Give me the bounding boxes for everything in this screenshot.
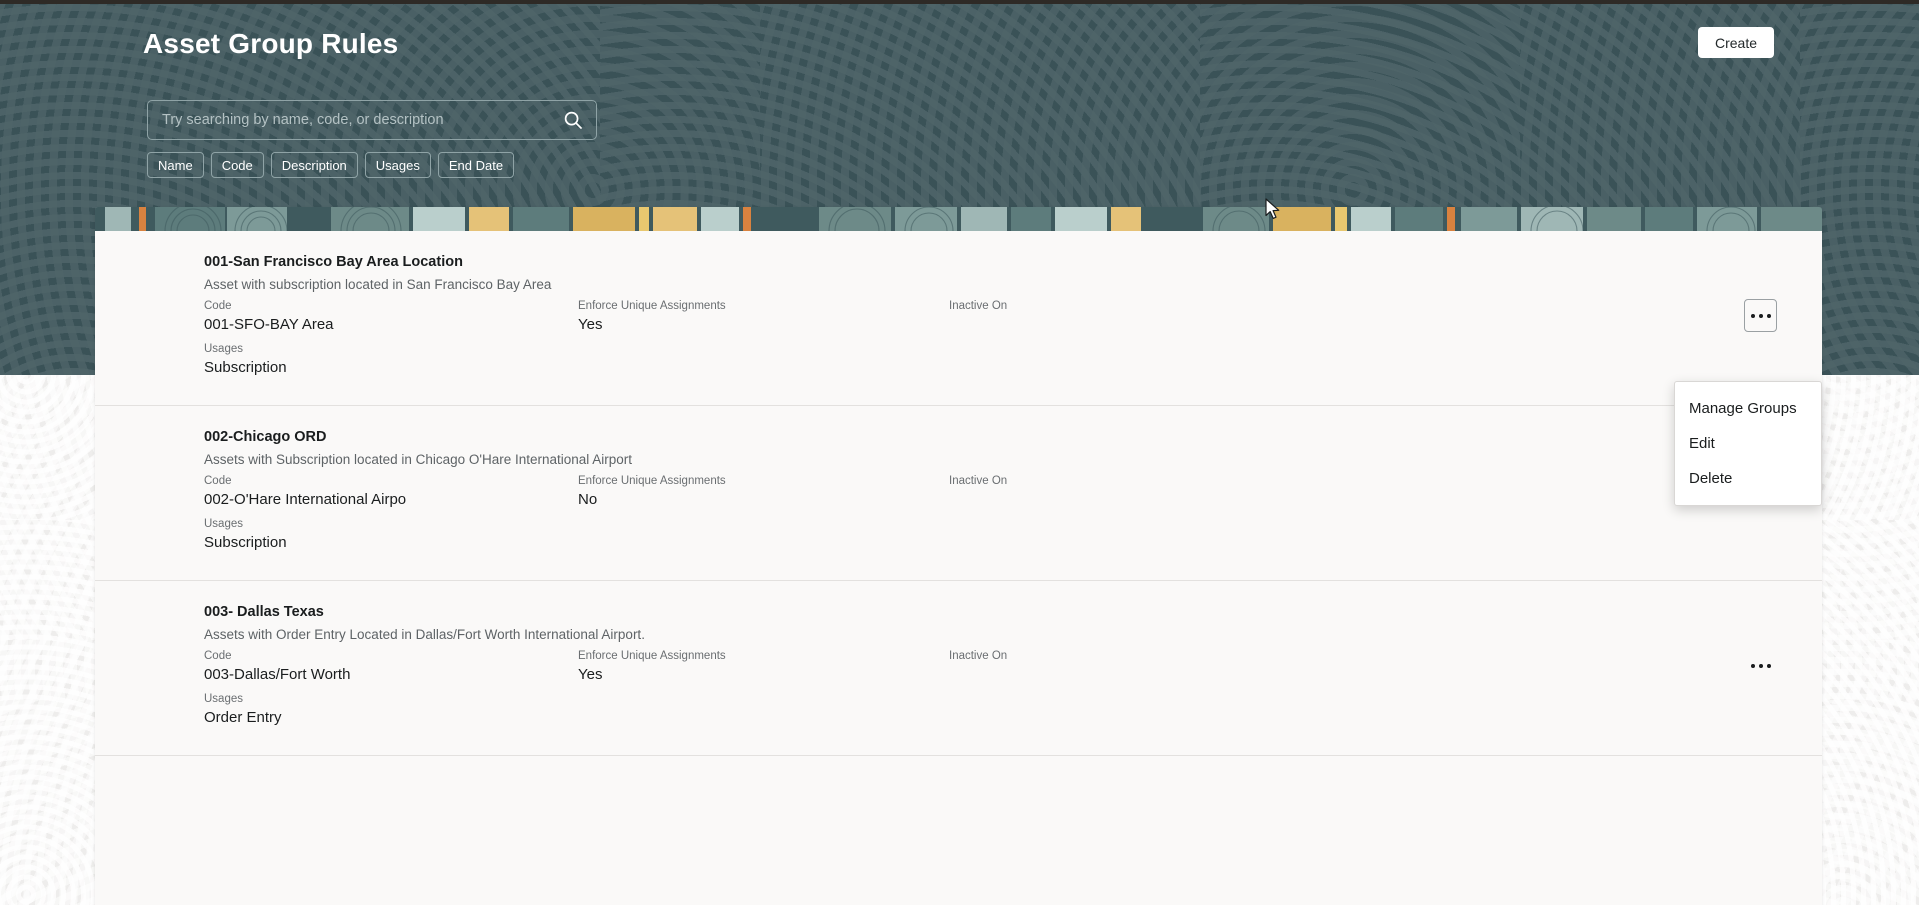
field-usages: Usages Subscription [204,342,287,379]
field-enforce-label: Enforce Unique Assignments [578,475,726,487]
field-inactive-on: Inactive On [949,474,1007,489]
ellipsis-icon [1750,313,1755,318]
field-usages: Usages Order Entry [204,692,282,729]
field-enforce-label: Enforce Unique Assignments [578,650,726,662]
ellipsis-icon [1758,313,1763,318]
field-inactive-label: Inactive On [949,475,1008,487]
rule-description: Assets with Order Entry Located in Dalla… [204,627,645,642]
field-code-label: Code [204,300,232,312]
field-code-value: 003-Dallas/Fort Worth [204,666,351,683]
field-inactive-on: Inactive On [949,299,1007,314]
field-inactive-on: Inactive On [949,649,1007,664]
rule-title: 003- Dallas Texas [204,604,324,620]
search-icon[interactable] [550,101,596,139]
menu-item-manage-groups[interactable]: Manage Groups [1675,391,1821,426]
menu-item-delete[interactable]: Delete [1675,461,1821,496]
rule-row[interactable]: 001-San Francisco Bay Area Location Asse… [95,231,1822,406]
page-title: Asset Group Rules [143,28,399,59]
ellipsis-icon [1758,663,1763,668]
filter-chip-name[interactable]: Name [147,152,204,178]
filter-chip-group: Name Code Description Usages End Date [147,152,515,178]
field-usages-label: Usages [204,343,243,355]
field-inactive-label: Inactive On [949,300,1008,312]
rule-title: 002-Chicago ORD [204,429,327,445]
field-enforce-label: Enforce Unique Assignments [578,300,726,312]
rule-row[interactable]: 002-Chicago ORD Assets with Subscription… [95,406,1822,581]
field-usages-label: Usages [204,693,243,705]
rule-title: 001-San Francisco Bay Area Location [204,254,463,270]
page-root: Asset Group Rules Create Name Code Descr… [0,0,1919,905]
field-inactive-label: Inactive On [949,650,1008,662]
field-code-value: 002-O'Hare International Airpo [204,491,407,508]
field-code: Code 001-SFO-BAY Area [204,299,334,336]
field-usages-value: Subscription [204,359,287,376]
row-overflow-menu-button[interactable] [1744,299,1777,332]
decorative-banner [95,207,1822,231]
row-overflow-menu-button[interactable] [1744,649,1777,682]
field-enforce-unique-assignments: Enforce Unique Assignments Yes [578,649,726,686]
ellipsis-icon [1766,313,1771,318]
field-code-label: Code [204,475,232,487]
ellipsis-icon [1766,663,1771,668]
create-button[interactable]: Create [1698,27,1774,58]
field-code-label: Code [204,650,232,662]
field-usages-value: Subscription [204,534,287,551]
field-code: Code 002-O'Hare International Airpo [204,474,406,511]
field-enforce-unique-assignments: Enforce Unique Assignments Yes [578,299,726,336]
field-usages: Usages Subscription [204,517,287,554]
field-usages-label: Usages [204,518,243,530]
field-enforce-value: No [578,491,598,508]
field-usages-value: Order Entry [204,709,282,726]
field-code: Code 003-Dallas/Fort Worth [204,649,350,686]
search-bar[interactable] [147,100,597,140]
search-input[interactable] [148,101,550,139]
row-overflow-menu: Manage Groups Edit Delete [1674,381,1822,506]
filter-chip-description[interactable]: Description [270,152,358,178]
rule-description: Assets with Subscription located in Chic… [204,452,633,467]
rule-row[interactable]: 003- Dallas Texas Assets with Order Entr… [95,581,1822,756]
field-enforce-value: Yes [578,666,603,683]
filter-chip-code[interactable]: Code [210,152,264,178]
field-enforce-value: Yes [578,316,603,333]
ellipsis-icon [1750,663,1755,668]
top-accent-strip [0,0,1919,4]
menu-item-edit[interactable]: Edit [1675,426,1821,461]
field-code-value: 001-SFO-BAY Area [204,316,334,333]
filter-chip-end-date[interactable]: End Date [437,152,515,178]
rule-description: Asset with subscription located in San F… [204,277,552,292]
filter-chip-usages[interactable]: Usages [364,152,431,178]
results-card: 001-San Francisco Bay Area Location Asse… [95,207,1822,905]
field-enforce-unique-assignments: Enforce Unique Assignments No [578,474,726,511]
